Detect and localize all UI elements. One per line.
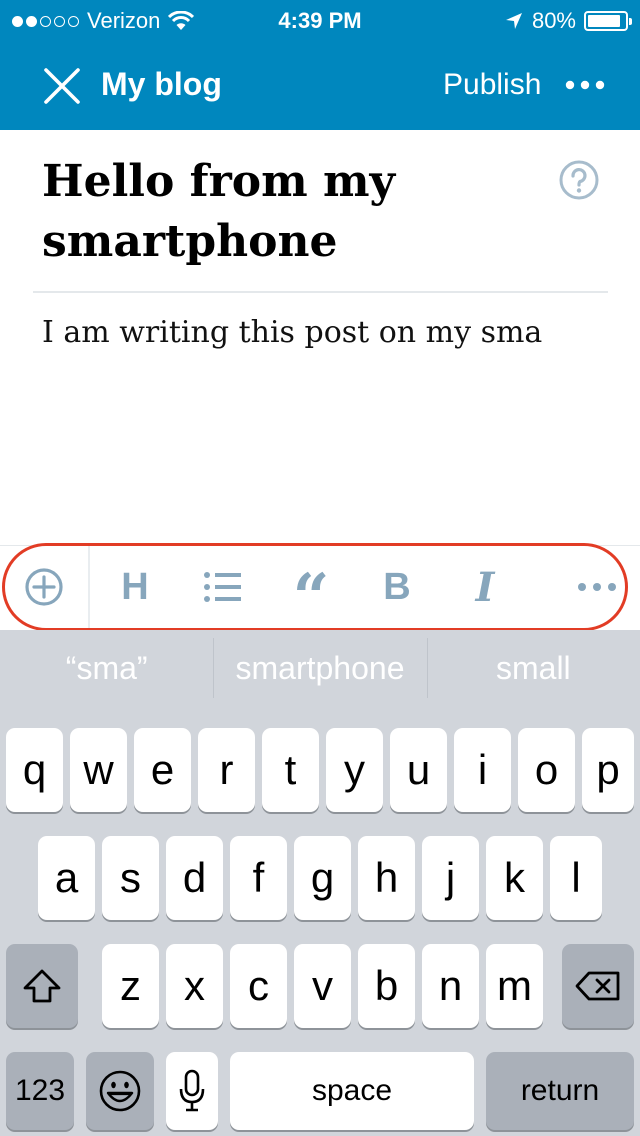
site-title: My blog <box>101 66 222 102</box>
dictation-key[interactable] <box>166 1052 218 1130</box>
app-header: Verizon 4:39 PM 80% My blog Publish <box>0 0 640 130</box>
add-circle-icon <box>25 568 63 606</box>
key-b[interactable]: b <box>358 944 415 1028</box>
key-o[interactable]: o <box>518 728 575 812</box>
key-w[interactable]: w <box>70 728 127 812</box>
emoji-key[interactable] <box>86 1052 154 1130</box>
toolbar-separator <box>88 546 90 631</box>
shift-icon <box>23 969 61 1003</box>
key-u[interactable]: u <box>390 728 447 812</box>
key-v[interactable]: v <box>294 944 351 1028</box>
key-p[interactable]: p <box>582 728 634 812</box>
battery-percent: 80% <box>531 8 576 33</box>
key-j[interactable]: j <box>422 836 479 920</box>
list-button[interactable] <box>200 564 246 610</box>
list-icon <box>204 572 241 602</box>
shift-key[interactable] <box>6 944 78 1028</box>
predictive-bar: “sma” smartphone small <box>0 630 640 706</box>
prediction-2[interactable]: smartphone <box>213 630 426 706</box>
key-m[interactable]: m <box>486 944 543 1028</box>
key-d[interactable]: d <box>166 836 223 920</box>
title-divider <box>33 291 608 293</box>
key-l[interactable]: l <box>550 836 602 920</box>
key-f[interactable]: f <box>230 836 287 920</box>
publish-button[interactable]: Publish <box>443 68 541 102</box>
more-horizontal-icon <box>578 583 616 591</box>
return-key[interactable]: return <box>486 1052 634 1130</box>
prediction-3[interactable]: small <box>426 630 640 706</box>
battery-icon <box>584 11 632 31</box>
bold-button[interactable]: B <box>374 564 420 610</box>
location-arrow-icon <box>505 13 522 29</box>
italic-button[interactable]: I <box>462 564 508 611</box>
space-key[interactable]: space <box>230 1052 474 1130</box>
quote-button[interactable]: “ <box>288 560 334 635</box>
key-t[interactable]: t <box>262 728 319 812</box>
key-r[interactable]: r <box>198 728 255 812</box>
status-right-group: 80% <box>504 8 632 34</box>
microphone-icon <box>179 1069 205 1112</box>
key-i[interactable]: i <box>454 728 511 812</box>
key-g[interactable]: g <box>294 836 351 920</box>
close-icon[interactable] <box>40 64 84 108</box>
help-icon[interactable] <box>558 159 600 201</box>
key-a[interactable]: a <box>38 836 95 920</box>
post-title-field[interactable]: Hello from my smartphone <box>42 152 542 272</box>
nav-bar: My blog Publish <box>0 40 640 130</box>
format-toolbar: H “ B I <box>0 545 640 635</box>
key-e[interactable]: e <box>134 728 191 812</box>
status-bar: Verizon 4:39 PM 80% <box>0 0 640 40</box>
key-q[interactable]: q <box>6 728 63 812</box>
key-k[interactable]: k <box>486 836 543 920</box>
key-c[interactable]: c <box>230 944 287 1028</box>
key-y[interactable]: y <box>326 728 383 812</box>
more-options-icon[interactable] <box>565 70 605 100</box>
heading-button[interactable]: H <box>112 564 158 610</box>
prediction-1[interactable]: “sma” <box>0 630 213 706</box>
emoji-icon <box>99 1070 141 1112</box>
delete-key[interactable] <box>562 944 634 1028</box>
key-h[interactable]: h <box>358 836 415 920</box>
numbers-key[interactable]: 123 <box>6 1052 74 1130</box>
key-n[interactable]: n <box>422 944 479 1028</box>
key-z[interactable]: z <box>102 944 159 1028</box>
post-editor: Hello from my smartphone I am writing th… <box>0 130 640 545</box>
add-block-button[interactable] <box>20 564 68 610</box>
key-x[interactable]: x <box>166 944 223 1028</box>
keyboard: q w e r t y u i o p a s d f g h j k l z … <box>0 706 640 1136</box>
post-content-field[interactable]: I am writing this post on my sma <box>42 313 602 353</box>
more-formats-button[interactable] <box>576 564 618 610</box>
backspace-icon <box>575 971 620 1001</box>
key-s[interactable]: s <box>102 836 159 920</box>
